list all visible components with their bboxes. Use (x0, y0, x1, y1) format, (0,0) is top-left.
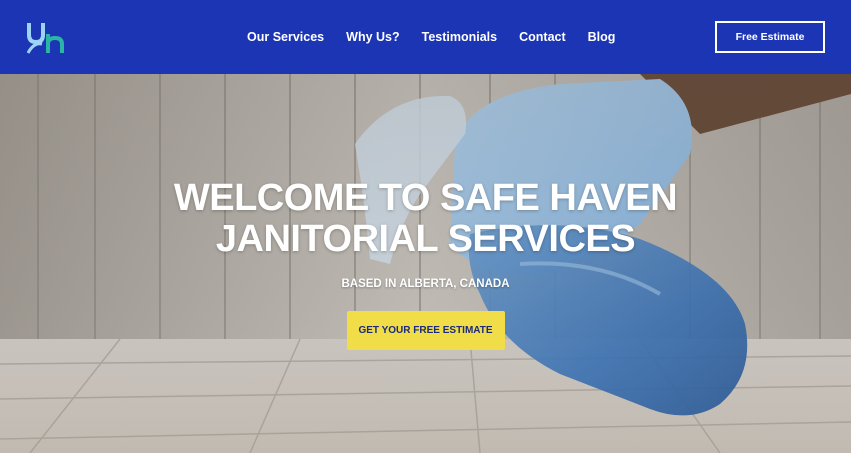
hero-title-line1: WELCOME TO SAFE HAVEN (173, 177, 678, 219)
hero-section: WELCOME TO SAFE HAVEN JANITORIAL SERVICE… (0, 74, 851, 453)
nav-blog[interactable]: Blog (588, 30, 616, 44)
main-nav: Our Services Why Us? Testimonials Contac… (236, 0, 626, 74)
hero-title-line2: JANITORIAL SERVICES (215, 218, 636, 260)
hero-content: WELCOME TO SAFE HAVEN JANITORIAL SERVICE… (0, 178, 851, 350)
free-estimate-button[interactable]: Free Estimate (715, 21, 825, 53)
nav-testimonials[interactable]: Testimonials (422, 30, 497, 44)
hero-subtitle: BASED IN ALBERTA, CANADA (341, 278, 510, 290)
nav-why-us[interactable]: Why Us? (346, 30, 399, 44)
site-header: Our Services Why Us? Testimonials Contac… (0, 0, 851, 74)
uh-monogram-icon[interactable] (26, 20, 64, 54)
nav-contact[interactable]: Contact (519, 30, 566, 44)
get-free-estimate-button[interactable]: GET YOUR FREE ESTIMATE (346, 311, 505, 350)
nav-our-services[interactable]: Our Services (247, 30, 324, 44)
hero-title: WELCOME TO SAFE HAVEN JANITORIAL SERVICE… (0, 178, 851, 260)
